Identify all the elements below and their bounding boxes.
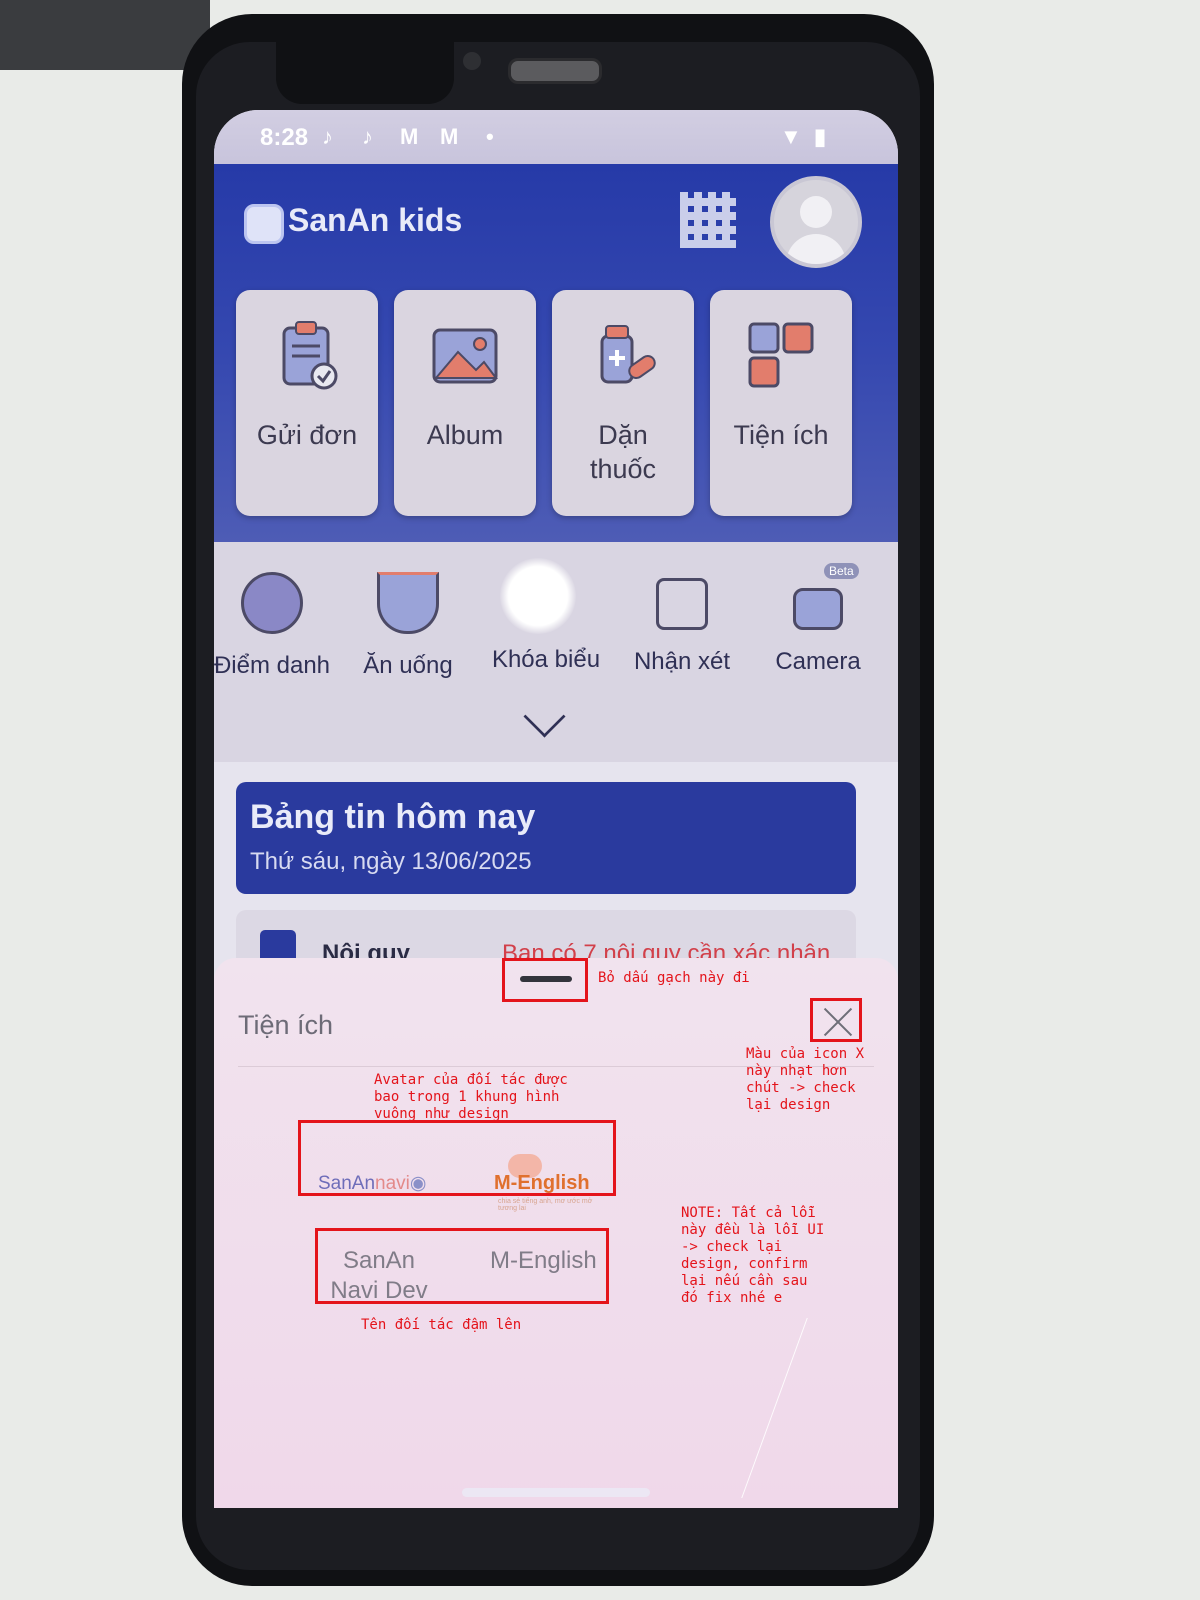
card-tien-ich[interactable]: Tiện ích [710, 290, 852, 516]
annotation-note: NOTE: Tất cả lỗi này đều là lỗi UI -> ch… [681, 1205, 825, 1306]
status-time: 8:28 [260, 124, 309, 151]
app-logo-icon [244, 204, 284, 244]
card-album[interactable]: Album [394, 290, 536, 516]
medicine-icon [600, 325, 656, 384]
annotation-remove-handle: Bỏ dấu gạch này đi [598, 970, 750, 986]
menu-item-label: Khóa biểu [491, 646, 601, 673]
menu-item-diem-danh[interactable]: Điểm danh [214, 572, 342, 680]
card-gui-don[interactable]: Gửi đơn [236, 290, 378, 516]
card-label: Tiện ích [733, 420, 829, 450]
light-glare [500, 558, 576, 634]
news-title: Bảng tin hôm nay [250, 798, 536, 836]
card-label: Dặn thuốc [589, 420, 657, 484]
card-dan-thuoc[interactable]: Dặn thuốc [552, 290, 694, 516]
clipboard-check-icon [282, 321, 338, 390]
chevron-down-icon[interactable] [523, 695, 566, 738]
menu-item-an-uong[interactable]: Ăn uống [338, 572, 478, 680]
annotation-close-color: Màu của icon X này nhạt hơn chút -> chec… [746, 1046, 865, 1113]
dot-icon: • [486, 124, 494, 149]
desk-background [0, 0, 210, 70]
menu-item-label: Điểm danh [214, 652, 331, 679]
menu-item-nhan-xet[interactable]: Nhận xét [612, 572, 752, 676]
camera-icon: Beta [793, 563, 859, 630]
logo-tagline: chia sẻ tiếng anh, mơ ước mở tương lai [498, 1198, 593, 1212]
front-camera [463, 52, 481, 70]
news-date: Thứ sáu, ngày 13/06/2025 [250, 848, 532, 875]
menu-item-label: Nhận xét [633, 648, 731, 675]
phone-notch [276, 42, 454, 104]
annotation-bold-names: Tên đối tác đậm lên [361, 1317, 522, 1333]
news-banner[interactable]: Bảng tin hôm nay Thứ sáu, ngày 13/06/202… [236, 782, 856, 894]
avatar-body [786, 234, 846, 264]
menu-item-label: Ăn uống [363, 652, 453, 679]
wifi-icon: ▼ [780, 124, 802, 149]
image-icon [432, 328, 498, 384]
qr-code-icon[interactable] [680, 192, 736, 248]
battery-icon: ▮ [814, 124, 827, 149]
menu-item-camera[interactable]: Beta Camera [748, 563, 888, 676]
card-label: Album [426, 420, 504, 450]
annotation-box-handle [502, 958, 588, 1002]
attendance-icon [241, 572, 303, 634]
user-avatar[interactable] [770, 176, 862, 268]
gmail-icon: M [400, 124, 419, 149]
status-bar: 8:28 ♪ ♪ M M • ▼ ▮ [214, 110, 898, 164]
edit-note-icon [656, 578, 708, 630]
grid-apps-icon [748, 322, 814, 388]
card-label: Gửi đơn [256, 420, 358, 450]
beta-badge: Beta [824, 563, 859, 579]
gmail-icon: M [440, 124, 459, 149]
avatar-head [800, 196, 832, 228]
annotation-avatar-frame: Avatar của đối tác được bao trong 1 khun… [374, 1072, 568, 1122]
home-indicator[interactable] [462, 1488, 650, 1497]
annotation-box-close [810, 998, 862, 1042]
food-bowl-icon [377, 572, 439, 634]
earpiece-speaker [508, 58, 602, 84]
screen-crack [741, 1318, 898, 1498]
tiktok-icon: ♪ [362, 124, 373, 149]
sheet-title: Tiện ích [238, 1010, 334, 1040]
annotation-box-names [315, 1228, 609, 1304]
app-name: SanAn kids [288, 202, 463, 238]
tiktok-icon: ♪ [322, 124, 333, 149]
menu-item-label: Camera [775, 648, 861, 675]
annotation-box-logos [298, 1120, 616, 1196]
